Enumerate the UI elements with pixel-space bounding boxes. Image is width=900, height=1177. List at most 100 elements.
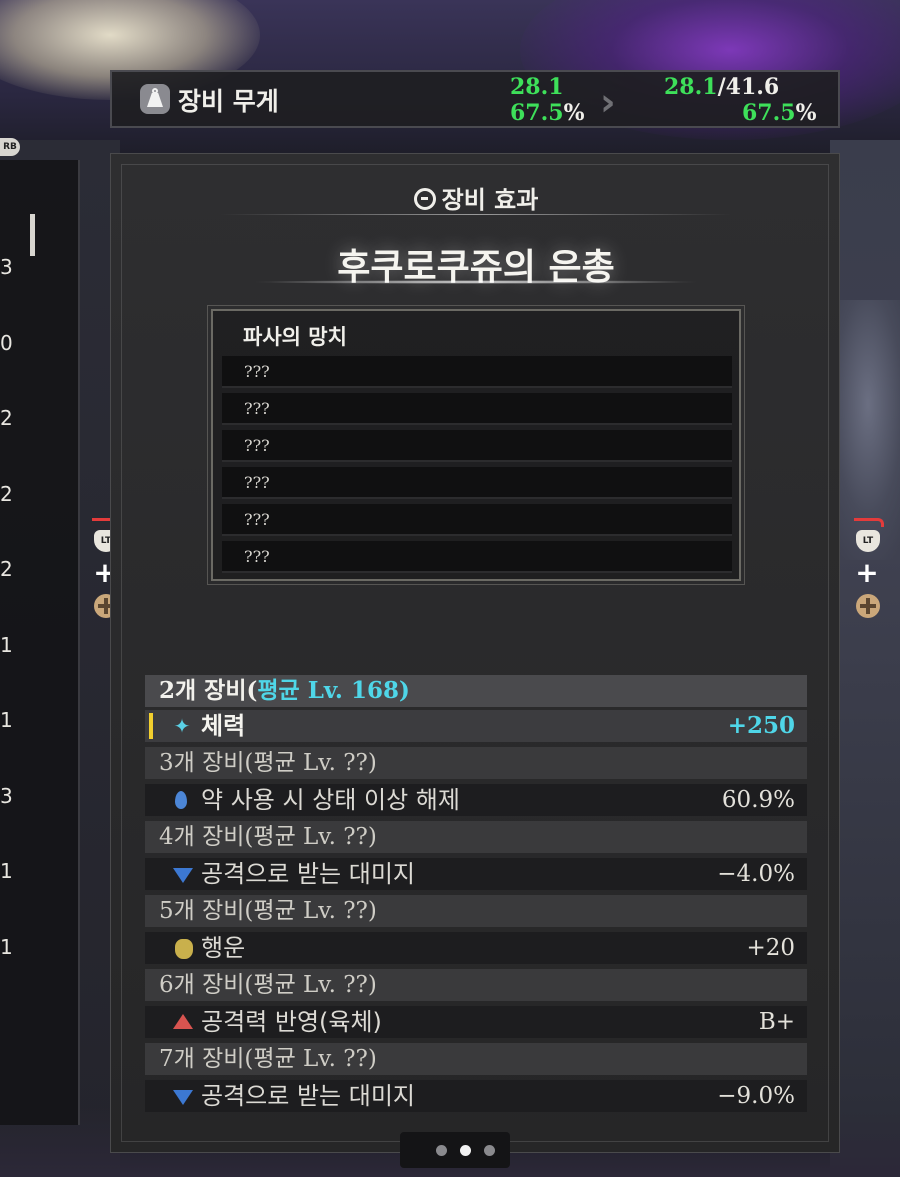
side-controls-right: LT + [852, 518, 886, 618]
down-arrow-icon [173, 868, 193, 883]
tier-close: ) [367, 972, 377, 998]
skill-row: ??? [222, 430, 732, 462]
tier-label: 3개 장비( [159, 750, 254, 776]
percent-sign: % [795, 100, 817, 126]
page-dot[interactable] [484, 1145, 495, 1156]
list-item-value: 1 [0, 859, 12, 883]
tier-close: ) [398, 677, 410, 704]
tier-6-effect[interactable]: 공격력 반영(육체) B+ [145, 1006, 807, 1038]
weight-title: 장비 무게 [178, 87, 279, 116]
tier-label: 5개 장비( [159, 898, 254, 924]
tier-header-text: 3개 장비(평균 Lv. ??) [159, 747, 377, 779]
tier-label: 6개 장비( [159, 972, 254, 998]
tier-header-text: 5개 장비(평균 Lv. ??) [159, 895, 377, 927]
tier-3-header: 3개 장비(평균 Lv. ??) [145, 747, 807, 779]
tier-close: ) [367, 750, 377, 776]
tier-2-header: 2개 장비(평균 Lv. 168) [145, 675, 807, 707]
skill-row: ??? [222, 504, 732, 536]
list-item-value: 3 [0, 255, 12, 279]
lt-arrow-icon [854, 518, 884, 527]
tier-header-text: 4개 장비(평균 Lv. ??) [159, 821, 377, 853]
effect-label: 약 사용 시 상태 이상 해제 [201, 786, 460, 814]
tier-close: ) [367, 898, 377, 924]
chevron-right-icon: › [600, 80, 616, 124]
set-effect-icon [413, 188, 436, 210]
tier-close: ) [367, 824, 377, 850]
tier-4-effect[interactable]: 공격으로 받는 대미지 −4.0% [145, 858, 807, 890]
skill-row: ??? [222, 356, 732, 388]
tier-level: 평균 Lv. ?? [253, 750, 368, 776]
page-dot-current[interactable] [460, 1145, 471, 1156]
tier-7-effect[interactable]: 공격으로 받는 대미지 −9.0% [145, 1080, 807, 1112]
effect-label: 공격으로 받는 대미지 [201, 1082, 415, 1110]
set-effect-panel: 장비 효과 후쿠로쿠쥬의 은총 파사의 망치 ??? ??? ??? ??? ?… [110, 153, 840, 1153]
tier-6-header: 6개 장비(평균 Lv. ??) [145, 969, 807, 1001]
drop-icon [175, 791, 187, 809]
effect-value: +20 [746, 935, 795, 961]
effect-label: 체력 [201, 712, 246, 740]
tier-4-header: 4개 장비(평균 Lv. ??) [145, 821, 807, 853]
tier-header-text: 6개 장비(평균 Lv. ??) [159, 969, 377, 1001]
dpad-icon [856, 594, 880, 618]
tier-header-text: 2개 장비(평균 Lv. 168) [159, 675, 410, 707]
sparkle-icon: ✦ [173, 714, 191, 738]
effect-value: −4.0% [717, 861, 795, 887]
effect-value: −9.0% [717, 1083, 795, 1109]
tier-label: 7개 장비( [159, 1046, 254, 1072]
tier-level: 평균 Lv. ?? [253, 972, 368, 998]
tier-level: 평균 Lv. ?? [253, 898, 368, 924]
weight-new-percent: 67.5% [742, 100, 817, 126]
tier-level: 평균 Lv. ?? [253, 1046, 368, 1072]
ground-right [830, 140, 900, 1177]
effect-value: B+ [758, 1009, 795, 1035]
weight-icon [140, 84, 170, 114]
plus-icon: + [855, 556, 879, 589]
skill-title: 파사의 망치 [243, 325, 347, 349]
weight-current-percent: 67.5% [510, 100, 585, 126]
tier-level: 평균 Lv. ?? [253, 824, 368, 850]
rb-button-hint[interactable]: RB [0, 138, 20, 156]
skill-row: ??? [222, 467, 732, 499]
tier-5-header: 5개 장비(평균 Lv. ??) [145, 895, 807, 927]
tier-label: 2개 장비( [159, 677, 258, 704]
tier-label: 4개 장비( [159, 824, 254, 850]
panel-header-label: 장비 효과 [441, 186, 539, 214]
header-divider [219, 214, 733, 215]
luck-bag-icon [175, 939, 193, 959]
list-item-value: 2 [0, 406, 12, 430]
down-arrow-icon [173, 1090, 193, 1105]
tier-header-text: 7개 장비(평균 Lv. ??) [159, 1043, 377, 1075]
effect-label: 공격력 반영(육체) [201, 1008, 382, 1036]
lt-button[interactable]: LT [854, 518, 884, 554]
equipment-weight-bar: 장비 무게 28.1 67.5% › 28.1/41.6 67.5% [110, 70, 840, 128]
tier-close: ) [367, 1046, 377, 1072]
skill-row: ??? [222, 541, 732, 573]
tier-5-effect[interactable]: 행운 +20 [145, 932, 807, 964]
weight-current-percent-value: 67.5 [510, 100, 564, 126]
effect-value: 60.9% [721, 787, 795, 813]
page-dot[interactable] [436, 1145, 447, 1156]
effect-label: 행운 [201, 934, 246, 962]
effect-label: 공격으로 받는 대미지 [201, 860, 415, 888]
lt-label: LT [856, 530, 880, 552]
tier-2-effect[interactable]: ✦ 체력 +250 [145, 710, 807, 742]
weight-current-value: 28.1 [510, 74, 564, 100]
list-scrollbar[interactable] [30, 214, 35, 256]
tier-level: 평균 Lv. 168 [257, 677, 399, 704]
set-name-underline [251, 280, 701, 284]
up-arrow-icon [173, 1014, 193, 1029]
weight-current: 28.1 [510, 74, 564, 100]
tier-3-effect[interactable]: 약 사용 시 상태 이상 해제 60.9% [145, 784, 807, 816]
skill-row: ??? [222, 393, 732, 425]
list-item-value: 3 [0, 783, 12, 808]
weight-max-value: 41.6 [725, 74, 780, 100]
list-item-value: 1 [0, 632, 12, 657]
weight-new-percent-value: 67.5 [742, 100, 796, 126]
list-item-value: 1 [0, 708, 12, 732]
list-item-value: 0 [0, 330, 12, 355]
list-item-value: 1 [0, 934, 12, 959]
active-marker [149, 713, 153, 739]
weight-slash: / [717, 74, 726, 100]
set-skill-box: 파사의 망치 ??? ??? ??? ??? ??? ??? [207, 305, 745, 585]
tier-7-header: 7개 장비(평균 Lv. ??) [145, 1043, 807, 1075]
